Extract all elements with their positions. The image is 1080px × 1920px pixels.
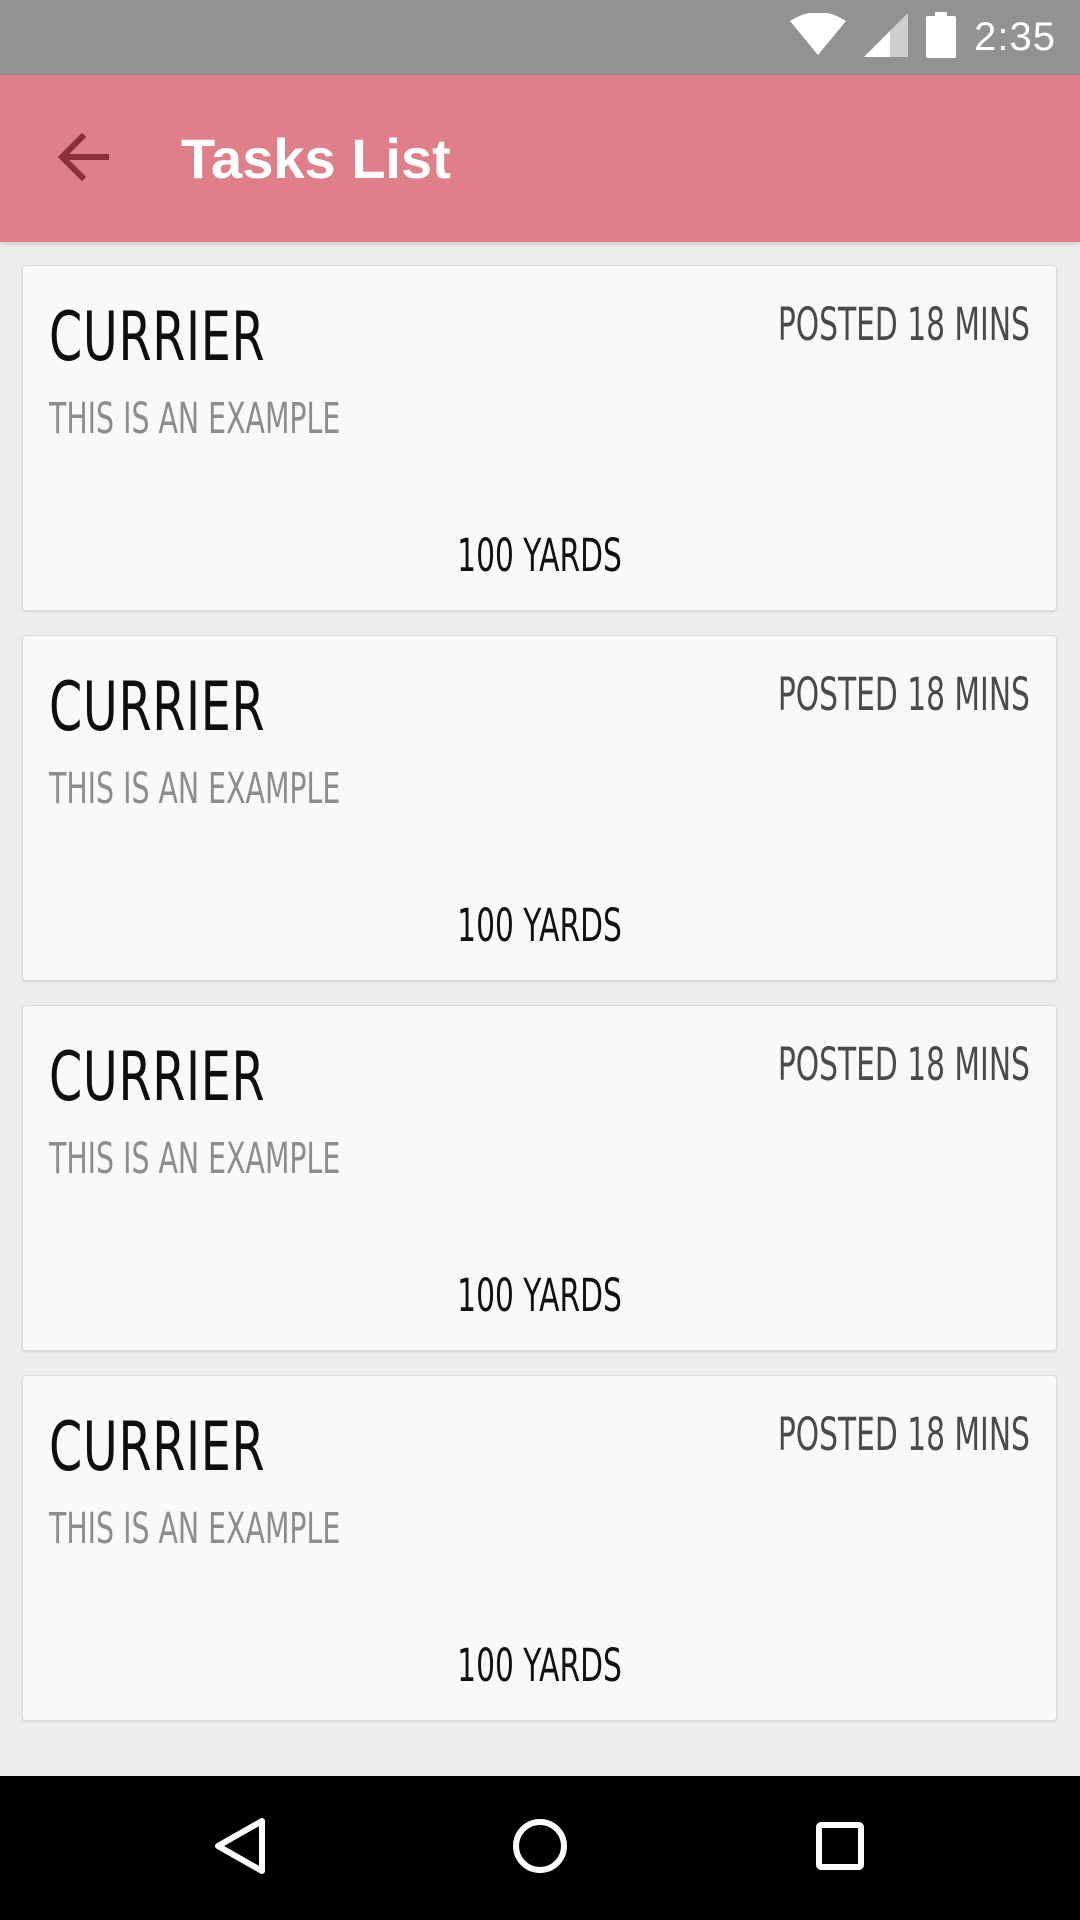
task-posted-time: POSTED 18 MINS: [777, 1038, 1030, 1091]
nav-home-button[interactable]: [460, 1776, 620, 1920]
recents-square-icon: [814, 1820, 866, 1877]
task-subtitle: THIS IS AN EXAMPLE: [49, 1504, 341, 1554]
task-card[interactable]: CURRIER THIS IS AN EXAMPLE POSTED 18 MIN…: [22, 1005, 1057, 1351]
task-distance: 100 YARDS: [457, 1269, 622, 1322]
task-title: CURRIER: [49, 668, 266, 747]
app-bar: Tasks List: [0, 75, 1080, 242]
task-subtitle: THIS IS AN EXAMPLE: [49, 394, 341, 444]
screen: 2:35 Tasks List CURRIER THIS IS AN EXAMP…: [0, 0, 1080, 1920]
task-card[interactable]: CURRIER THIS IS AN EXAMPLE POSTED 18 MIN…: [22, 1375, 1057, 1721]
task-posted-time: POSTED 18 MINS: [777, 668, 1030, 721]
battery-icon: [926, 12, 957, 63]
task-title: CURRIER: [49, 1038, 266, 1117]
task-distance: 100 YARDS: [457, 529, 622, 582]
back-triangle-icon: [212, 1816, 268, 1881]
arrow-back-icon: [57, 131, 110, 188]
status-icons: 2:35: [790, 0, 1056, 75]
page-title: Tasks List: [181, 127, 451, 190]
task-distance: 100 YARDS: [457, 1639, 622, 1692]
task-card[interactable]: CURRIER THIS IS AN EXAMPLE POSTED 18 MIN…: [22, 635, 1057, 981]
status-time: 2:35: [974, 15, 1056, 59]
task-list: CURRIER THIS IS AN EXAMPLE POSTED 18 MIN…: [22, 265, 1057, 1745]
task-subtitle: THIS IS AN EXAMPLE: [49, 764, 341, 814]
task-posted-time: POSTED 18 MINS: [777, 298, 1030, 351]
nav-back-button[interactable]: [160, 1776, 320, 1920]
wifi-icon: [790, 12, 847, 62]
task-title: CURRIER: [49, 1408, 266, 1487]
cell-signal-icon: [864, 13, 909, 62]
status-bar: 2:35: [0, 0, 1080, 75]
task-distance: 100 YARDS: [457, 899, 622, 952]
home-circle-icon: [510, 1816, 570, 1881]
system-nav-bar: [0, 1776, 1080, 1920]
task-title: CURRIER: [49, 298, 266, 377]
back-button[interactable]: [36, 115, 132, 203]
nav-recents-button[interactable]: [760, 1776, 920, 1920]
task-subtitle: THIS IS AN EXAMPLE: [49, 1134, 341, 1184]
task-posted-time: POSTED 18 MINS: [777, 1408, 1030, 1461]
task-card[interactable]: CURRIER THIS IS AN EXAMPLE POSTED 18 MIN…: [22, 265, 1057, 611]
